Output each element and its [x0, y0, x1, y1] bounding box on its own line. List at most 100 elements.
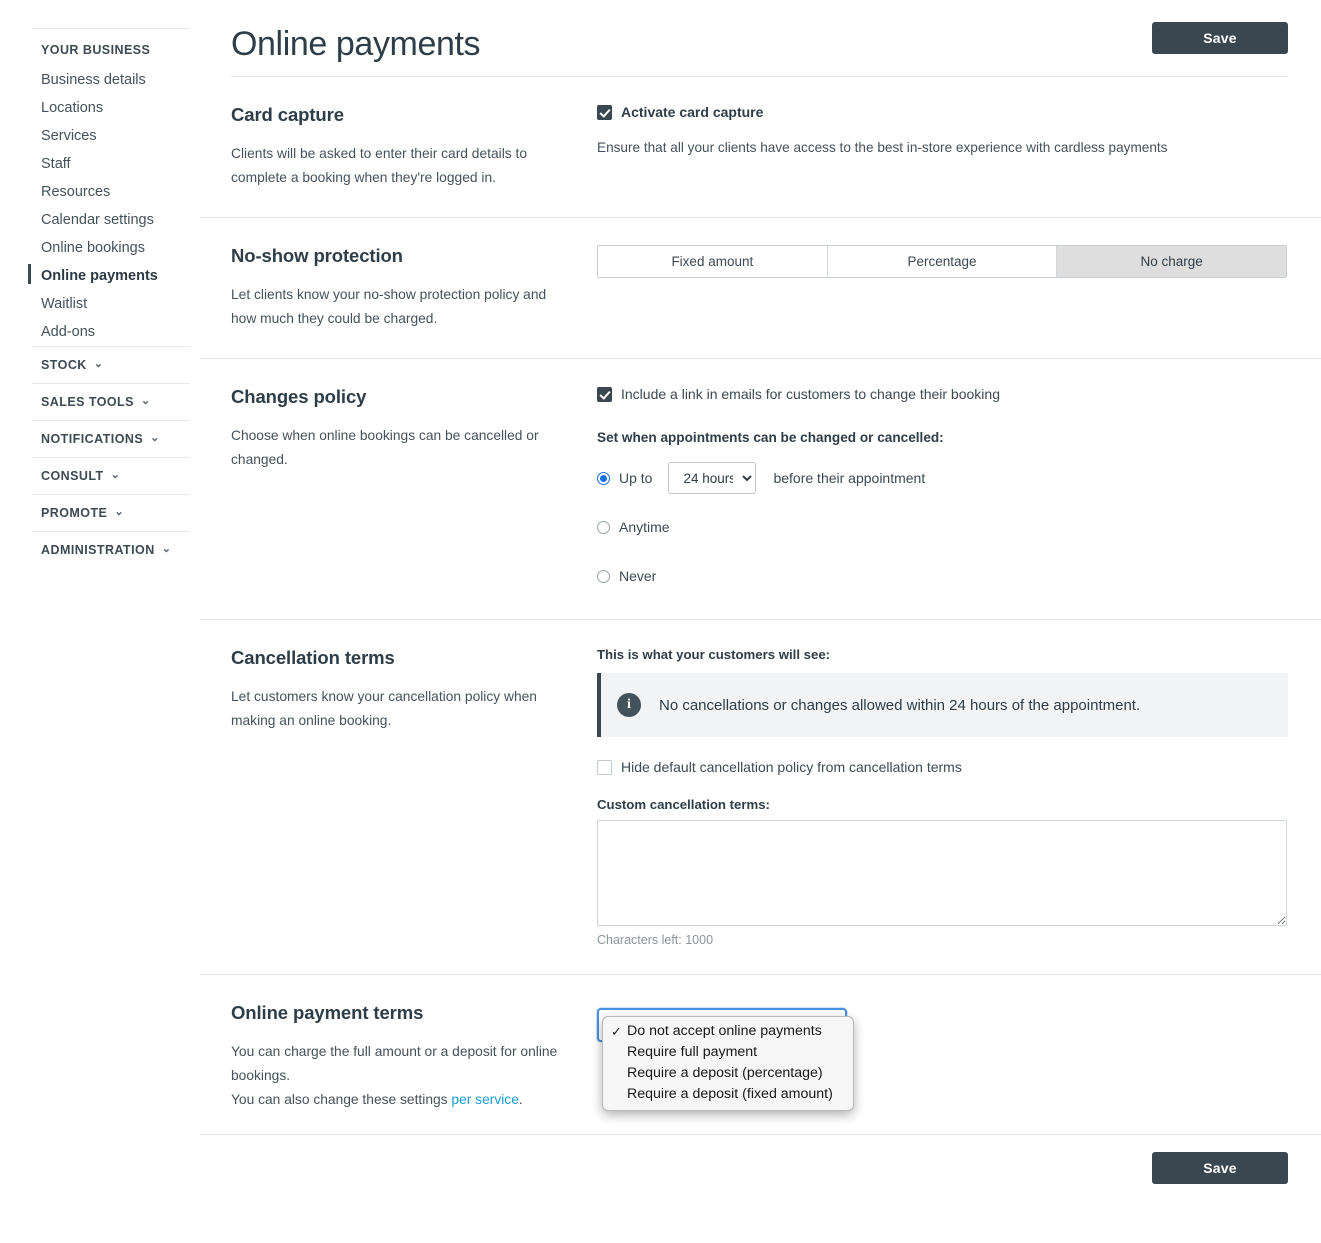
- sidebar-section-administration-text: ADMINISTRATION: [41, 543, 155, 557]
- changes-policy-left: Changes policy Choose when online bookin…: [231, 386, 597, 592]
- sidebar-item-calendar-settings[interactable]: Calendar settings: [32, 206, 190, 234]
- sidebar-item-locations[interactable]: Locations: [32, 94, 190, 122]
- main-content: Online payments Save Card capture Client…: [200, 0, 1321, 1184]
- no-show-option-percentage[interactable]: Percentage: [827, 246, 1058, 277]
- radio-anytime[interactable]: [597, 520, 610, 534]
- sidebar-section-promote-text: PROMOTE: [41, 506, 108, 520]
- cancellation-terms-left: Cancellation terms Let customers know yo…: [231, 647, 597, 947]
- sidebar-section-consult-text: CONSULT: [41, 469, 104, 483]
- activate-card-capture-label: Activate card capture: [621, 104, 764, 120]
- cancellation-terms-title: Cancellation terms: [231, 647, 395, 668]
- no-show-left: No-show protection Let clients know your…: [231, 245, 597, 331]
- radio-never-label: Never: [619, 568, 657, 584]
- sidebar-section-notifications[interactable]: NOTIFICATIONS ⌄: [32, 420, 190, 457]
- no-show-option-no-charge[interactable]: No charge: [1057, 246, 1286, 277]
- payment-terms-dropdown-menu[interactable]: Do not accept online payments Require fu…: [602, 1016, 854, 1111]
- sidebar-item-add-ons[interactable]: Add-ons: [32, 318, 190, 346]
- include-link-checkbox[interactable]: [597, 386, 612, 402]
- sidebar-item-online-payments[interactable]: Online payments: [28, 262, 190, 290]
- hide-default-policy-row[interactable]: Hide default cancellation policy from ca…: [597, 759, 1288, 775]
- changes-policy-duration-select[interactable]: 24 hours: [668, 462, 757, 494]
- chevron-down-icon: ⌄: [110, 468, 121, 481]
- card-capture-left: Card capture Clients will be asked to en…: [231, 104, 597, 190]
- save-button-top[interactable]: Save: [1152, 22, 1288, 54]
- no-show-option-fixed-amount[interactable]: Fixed amount: [598, 246, 828, 277]
- sidebar-section-stock-label[interactable]: STOCK ⌄: [32, 347, 190, 383]
- page-title: Online payments: [231, 25, 481, 63]
- cancellation-terms-right: This is what your customers will see: i …: [597, 647, 1288, 947]
- footer-actions: Save: [200, 1134, 1321, 1184]
- activate-card-capture-row[interactable]: Activate card capture: [597, 104, 1288, 120]
- cancellation-preview-box: i No cancellations or changes allowed wi…: [597, 673, 1288, 737]
- payment-terms-select-wrapper: Do not accept online payments Require fu…: [597, 1008, 854, 1111]
- save-button-bottom[interactable]: Save: [1152, 1152, 1288, 1184]
- custom-cancellation-terms-label: Custom cancellation terms:: [597, 797, 770, 812]
- payment-terms-description-2-pre: You can also change these settings: [231, 1092, 452, 1107]
- before-appointment-text: before their appointment: [773, 470, 926, 486]
- card-capture-note: Ensure that all your clients have access…: [597, 140, 1168, 155]
- sidebar-section-consult-label[interactable]: CONSULT ⌄: [32, 458, 190, 494]
- sidebar-section-administration-label[interactable]: ADMINISTRATION ⌄: [32, 532, 190, 568]
- payment-terms-description-1: You can charge the full amount or a depo…: [231, 1044, 558, 1083]
- radio-upto-label: Up to: [619, 470, 653, 486]
- sidebar-item-online-bookings[interactable]: Online bookings: [32, 234, 190, 262]
- cancellation-preview-text: No cancellations or changes allowed with…: [659, 696, 1141, 714]
- sidebar-section-notifications-text: NOTIFICATIONS: [41, 432, 144, 446]
- card-capture-right: Activate card capture Ensure that all yo…: [597, 104, 1288, 190]
- radio-row-anytime[interactable]: Anytime: [597, 511, 1288, 543]
- chevron-down-icon: ⌄: [140, 394, 151, 407]
- sidebar-section-sales-tools-label[interactable]: SALES TOOLS ⌄: [32, 384, 190, 420]
- sidebar-item-services[interactable]: Services: [32, 122, 190, 150]
- section-online-payment-terms: Online payment terms You can charge the …: [200, 974, 1321, 1134]
- sidebar-section-notifications-label[interactable]: NOTIFICATIONS ⌄: [32, 421, 190, 457]
- radio-row-upto[interactable]: Up to 24 hours before their appointment: [597, 462, 1288, 494]
- dropdown-option-require-full-payment[interactable]: Require full payment: [603, 1042, 853, 1063]
- section-cancellation-terms: Cancellation terms Let customers know yo…: [200, 619, 1321, 974]
- sidebar-item-waitlist[interactable]: Waitlist: [32, 290, 190, 318]
- online-payments-settings-page: YOUR BUSINESS Business details Locations…: [0, 0, 1321, 1243]
- sidebar-section-administration[interactable]: ADMINISTRATION ⌄: [32, 531, 190, 568]
- payment-terms-description-2: You can also change these settings per s…: [231, 1088, 561, 1112]
- radio-never[interactable]: [597, 569, 610, 583]
- sidebar-item-staff[interactable]: Staff: [32, 150, 190, 178]
- radio-upto[interactable]: [597, 471, 610, 485]
- custom-cancellation-terms-input[interactable]: [597, 820, 1287, 926]
- sidebar-section-stock-text: STOCK: [41, 358, 87, 372]
- section-card-capture: Card capture Clients will be asked to en…: [200, 77, 1321, 217]
- dropdown-option-do-not-accept[interactable]: Do not accept online payments: [603, 1021, 853, 1042]
- sidebar-section-promote[interactable]: PROMOTE ⌄: [32, 494, 190, 531]
- per-service-link[interactable]: per service: [451, 1092, 518, 1107]
- payment-terms-left: Online payment terms You can charge the …: [231, 1002, 597, 1112]
- include-link-label: Include a link in emails for customers t…: [621, 386, 1000, 402]
- characters-left-counter: Characters left: 1000: [597, 933, 714, 947]
- chevron-down-icon: ⌄: [150, 431, 160, 444]
- sidebar-section-sales-tools[interactable]: SALES TOOLS ⌄: [32, 383, 190, 420]
- sidebar-section-stock[interactable]: STOCK ⌄: [32, 346, 190, 383]
- card-capture-title: Card capture: [231, 104, 344, 125]
- radio-row-never[interactable]: Never: [597, 560, 1288, 592]
- chevron-down-icon: ⌄: [114, 505, 125, 518]
- sidebar-item-resources[interactable]: Resources: [32, 178, 190, 206]
- hide-default-policy-checkbox[interactable]: [597, 759, 612, 775]
- chevron-down-icon: ⌄: [161, 542, 172, 555]
- chevron-down-icon: ⌄: [93, 357, 104, 370]
- no-show-segmented-control[interactable]: Fixed amount Percentage No charge: [597, 245, 1287, 278]
- cancellation-terms-description: Let customers know your cancellation pol…: [231, 689, 537, 728]
- page-header: Online payments Save: [200, 0, 1321, 66]
- activate-card-capture-checkbox[interactable]: [597, 104, 612, 120]
- sidebar-section-promote-label[interactable]: PROMOTE ⌄: [32, 495, 190, 531]
- changes-policy-title: Changes policy: [231, 386, 367, 407]
- radio-anytime-label: Anytime: [619, 519, 670, 535]
- dropdown-option-require-deposit-fixed[interactable]: Require a deposit (fixed amount): [603, 1084, 853, 1105]
- dropdown-option-require-deposit-percentage[interactable]: Require a deposit (percentage): [603, 1063, 853, 1084]
- include-link-row[interactable]: Include a link in emails for customers t…: [597, 386, 1288, 402]
- customer-preview-heading: This is what your customers will see:: [597, 647, 831, 662]
- no-show-description: Let clients know your no-show protection…: [231, 287, 547, 326]
- info-icon: i: [617, 693, 641, 717]
- sidebar-section-sales-tools-text: SALES TOOLS: [41, 395, 134, 409]
- sidebar-section-consult[interactable]: CONSULT ⌄: [32, 457, 190, 494]
- changes-policy-description: Choose when online bookings can be cance…: [231, 428, 539, 467]
- card-capture-description: Clients will be asked to enter their car…: [231, 146, 528, 185]
- no-show-title: No-show protection: [231, 245, 403, 266]
- sidebar-item-business-details[interactable]: Business details: [32, 66, 190, 94]
